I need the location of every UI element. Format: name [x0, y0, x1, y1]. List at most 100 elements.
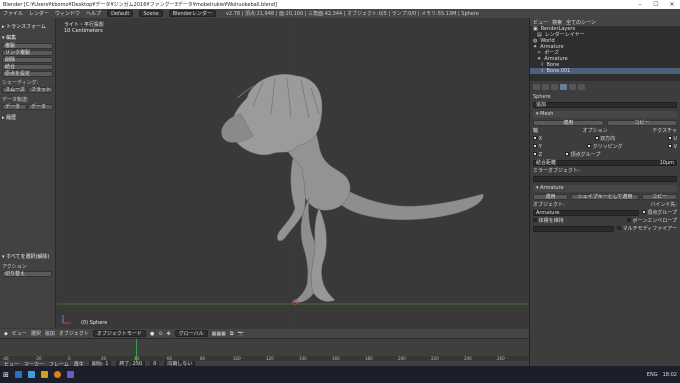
render-tab-icon[interactable]	[533, 84, 540, 90]
outliner-row-selected[interactable]: ⌇ Bone.001	[530, 68, 680, 74]
pivot-icon[interactable]: ⊙	[158, 331, 162, 337]
app-icon[interactable]	[66, 371, 74, 378]
option-clip-checkbox[interactable]: クリッピング	[587, 143, 623, 150]
armature-copy-button[interactable]: コピー	[642, 193, 677, 200]
tex-v-checkbox[interactable]: V	[667, 143, 677, 150]
duplicate-linked-button[interactable]: リンク複製	[2, 50, 53, 56]
mirror-object-field[interactable]	[533, 175, 677, 182]
join-button[interactable]: 結合	[2, 64, 53, 70]
options-header: オプション	[582, 128, 608, 134]
axis-x-checkbox[interactable]: X	[533, 135, 542, 142]
object-breadcrumb: Sphere	[533, 93, 551, 100]
material-tab-icon[interactable]	[578, 84, 585, 90]
armature-apply-button[interactable]: 適用	[533, 193, 568, 200]
3d-viewport[interactable]: ライト・平行投影 10 Centimeters (0) Sphere	[57, 18, 529, 329]
armature-object-field[interactable]: Armature	[533, 209, 639, 216]
axis-y-checkbox[interactable]: Y	[533, 143, 542, 150]
transform-panel-header[interactable]: ▸ トランスフォーム	[2, 22, 53, 31]
object-tab-icon[interactable]	[551, 84, 558, 90]
vertex-group-field[interactable]	[533, 225, 615, 232]
properties-tabs	[533, 83, 677, 91]
window-titlebar: Blender [C:¥Users¥kbomo¥Desktop¥データ¥ジンガム…	[0, 0, 680, 9]
werewolf-model[interactable]	[57, 18, 529, 329]
clock[interactable]: 18:02	[663, 372, 677, 378]
shading-icon[interactable]: ●	[150, 331, 154, 337]
data-button-1[interactable]: データ	[2, 104, 27, 110]
history-panel-header[interactable]: ▸ 履歴	[2, 113, 53, 122]
outliner: ビュー 検索 全てのシーン ▣ RenderLayers ▤ レンダーレイヤー ◍ W…	[529, 18, 680, 81]
close-icon[interactable]: ✕	[664, 1, 680, 8]
manipulator-icon[interactable]: ✥	[167, 331, 171, 337]
engine-selector[interactable]: Blenderレンダー	[168, 10, 216, 17]
viewport-header: ◆ ビュー 選択 追加 オブジェクト オブジェクトモード ● ⊙ ✥ グローバル…	[0, 329, 529, 338]
action-dropdown[interactable]: 切り替え	[2, 271, 52, 277]
axis-z-checkbox[interactable]: Z	[533, 151, 542, 158]
outliner-search-menu[interactable]: 検索	[552, 19, 562, 26]
minimize-icon[interactable]: –	[632, 1, 648, 8]
window-title: Blender [C:¥Users¥kbomo¥Desktop¥データ¥ジンガム…	[3, 2, 277, 8]
option-vgroup-checkbox[interactable]: 頂点グループ	[565, 151, 600, 158]
add-modifier-dropdown[interactable]: 追加	[533, 101, 677, 108]
windows-start-icon[interactable]: ⊞	[3, 371, 9, 379]
menu-render[interactable]: レンダー	[29, 10, 49, 17]
outliner-display-mode[interactable]: 全てのシーン	[566, 19, 596, 26]
set-origin-button[interactable]: 原点を設定	[2, 71, 53, 77]
bind-envelope-checkbox[interactable]: ボーンエンベロープ	[626, 217, 677, 224]
menu-window[interactable]: ウィンドウ	[55, 10, 80, 17]
menu-file[interactable]: ファイル	[3, 10, 23, 17]
bind-label: バインド先:	[650, 202, 677, 208]
data-tab-icon[interactable]	[569, 84, 576, 90]
mode-selector[interactable]: オブジェクトモード	[92, 330, 146, 337]
layout-selector[interactable]: Default	[107, 10, 134, 17]
language-indicator[interactable]: ENG	[647, 372, 658, 378]
browser-icon[interactable]	[27, 371, 35, 378]
bind-vgroups-checkbox[interactable]: 頂点グループ	[641, 209, 677, 216]
operator-panel-header[interactable]: ▾ すべてを選択(解除)	[2, 252, 52, 261]
shading-label: シェーディング:	[2, 80, 39, 86]
multi-modifier-checkbox[interactable]: マルチモディファイアー	[617, 225, 677, 232]
data-button-2[interactable]: データ	[28, 104, 53, 110]
object-menu[interactable]: オブジェクト	[59, 330, 89, 337]
duplicate-button[interactable]: 複製	[2, 43, 53, 49]
render-icon[interactable]: 📷	[237, 331, 243, 337]
bone-icon: ⌇	[541, 68, 544, 74]
option-both-checkbox[interactable]: 双方向	[594, 135, 615, 142]
timeline[interactable]: -40 -20 0 20 40 60 80 100 120 140 160 18…	[0, 338, 529, 367]
armature-modifier-header[interactable]: ▾ Armature	[533, 185, 677, 192]
scene-selector[interactable]: Scene	[139, 10, 163, 17]
mirror-modifier-header[interactable]: ▾ Mesh	[533, 111, 677, 118]
merge-distance-field[interactable]: 結合距離 10µm	[533, 159, 677, 166]
tex-u-checkbox[interactable]: U	[667, 135, 677, 142]
layers-icon[interactable]: ▦▦▦	[212, 331, 226, 337]
tool-shelf: ▸ トランスフォーム ▾ 編集 複製 リンク複製 削除 結合 原点を設定 シェー…	[0, 18, 56, 328]
maximize-icon[interactable]: ☐	[648, 1, 664, 8]
edit-panel-header[interactable]: ▾ 編集	[2, 33, 53, 42]
folder-icon[interactable]	[40, 371, 48, 378]
preserve-volume-checkbox[interactable]: 体積を維持	[533, 217, 564, 224]
smooth-button[interactable]: スムーズ	[2, 87, 27, 93]
editor-type-icon[interactable]: ◆	[4, 331, 8, 337]
menu-help[interactable]: ヘルプ	[86, 10, 101, 17]
apply-as-shape-button[interactable]: シェイプキーとして適用	[571, 193, 639, 200]
modifier-tab-icon[interactable]	[560, 84, 567, 90]
outliner-header: ビュー 検索 全てのシーン	[530, 18, 680, 26]
texture-header: テクスチャ	[652, 128, 677, 134]
snap-icon[interactable]: ⧉	[230, 331, 234, 337]
apply-button[interactable]: 適用	[533, 119, 604, 126]
copy-button[interactable]: コピー	[606, 119, 677, 126]
delete-button[interactable]: 削除	[2, 57, 53, 63]
scene-stats: v2.78 | 頂点:21,948 | 面:20,100 | 三角面:42,34…	[225, 11, 479, 17]
view-menu[interactable]: ビュー	[12, 330, 27, 337]
axis-header: 軸	[533, 128, 539, 134]
select-menu[interactable]: 選択	[31, 330, 41, 337]
mirror-object-label: ミラーオブジェクト:	[533, 168, 580, 174]
add-menu[interactable]: 追加	[45, 330, 55, 337]
action-label: アクション	[2, 264, 27, 270]
current-frame-marker[interactable]	[136, 339, 137, 361]
outliner-view-menu[interactable]: ビュー	[533, 19, 548, 26]
orientation-selector[interactable]: グローバル	[174, 330, 208, 337]
blender-icon[interactable]	[53, 371, 61, 378]
flat-button[interactable]: フラット	[28, 87, 53, 93]
explorer-icon[interactable]	[14, 371, 22, 378]
scene-tab-icon[interactable]	[542, 84, 549, 90]
